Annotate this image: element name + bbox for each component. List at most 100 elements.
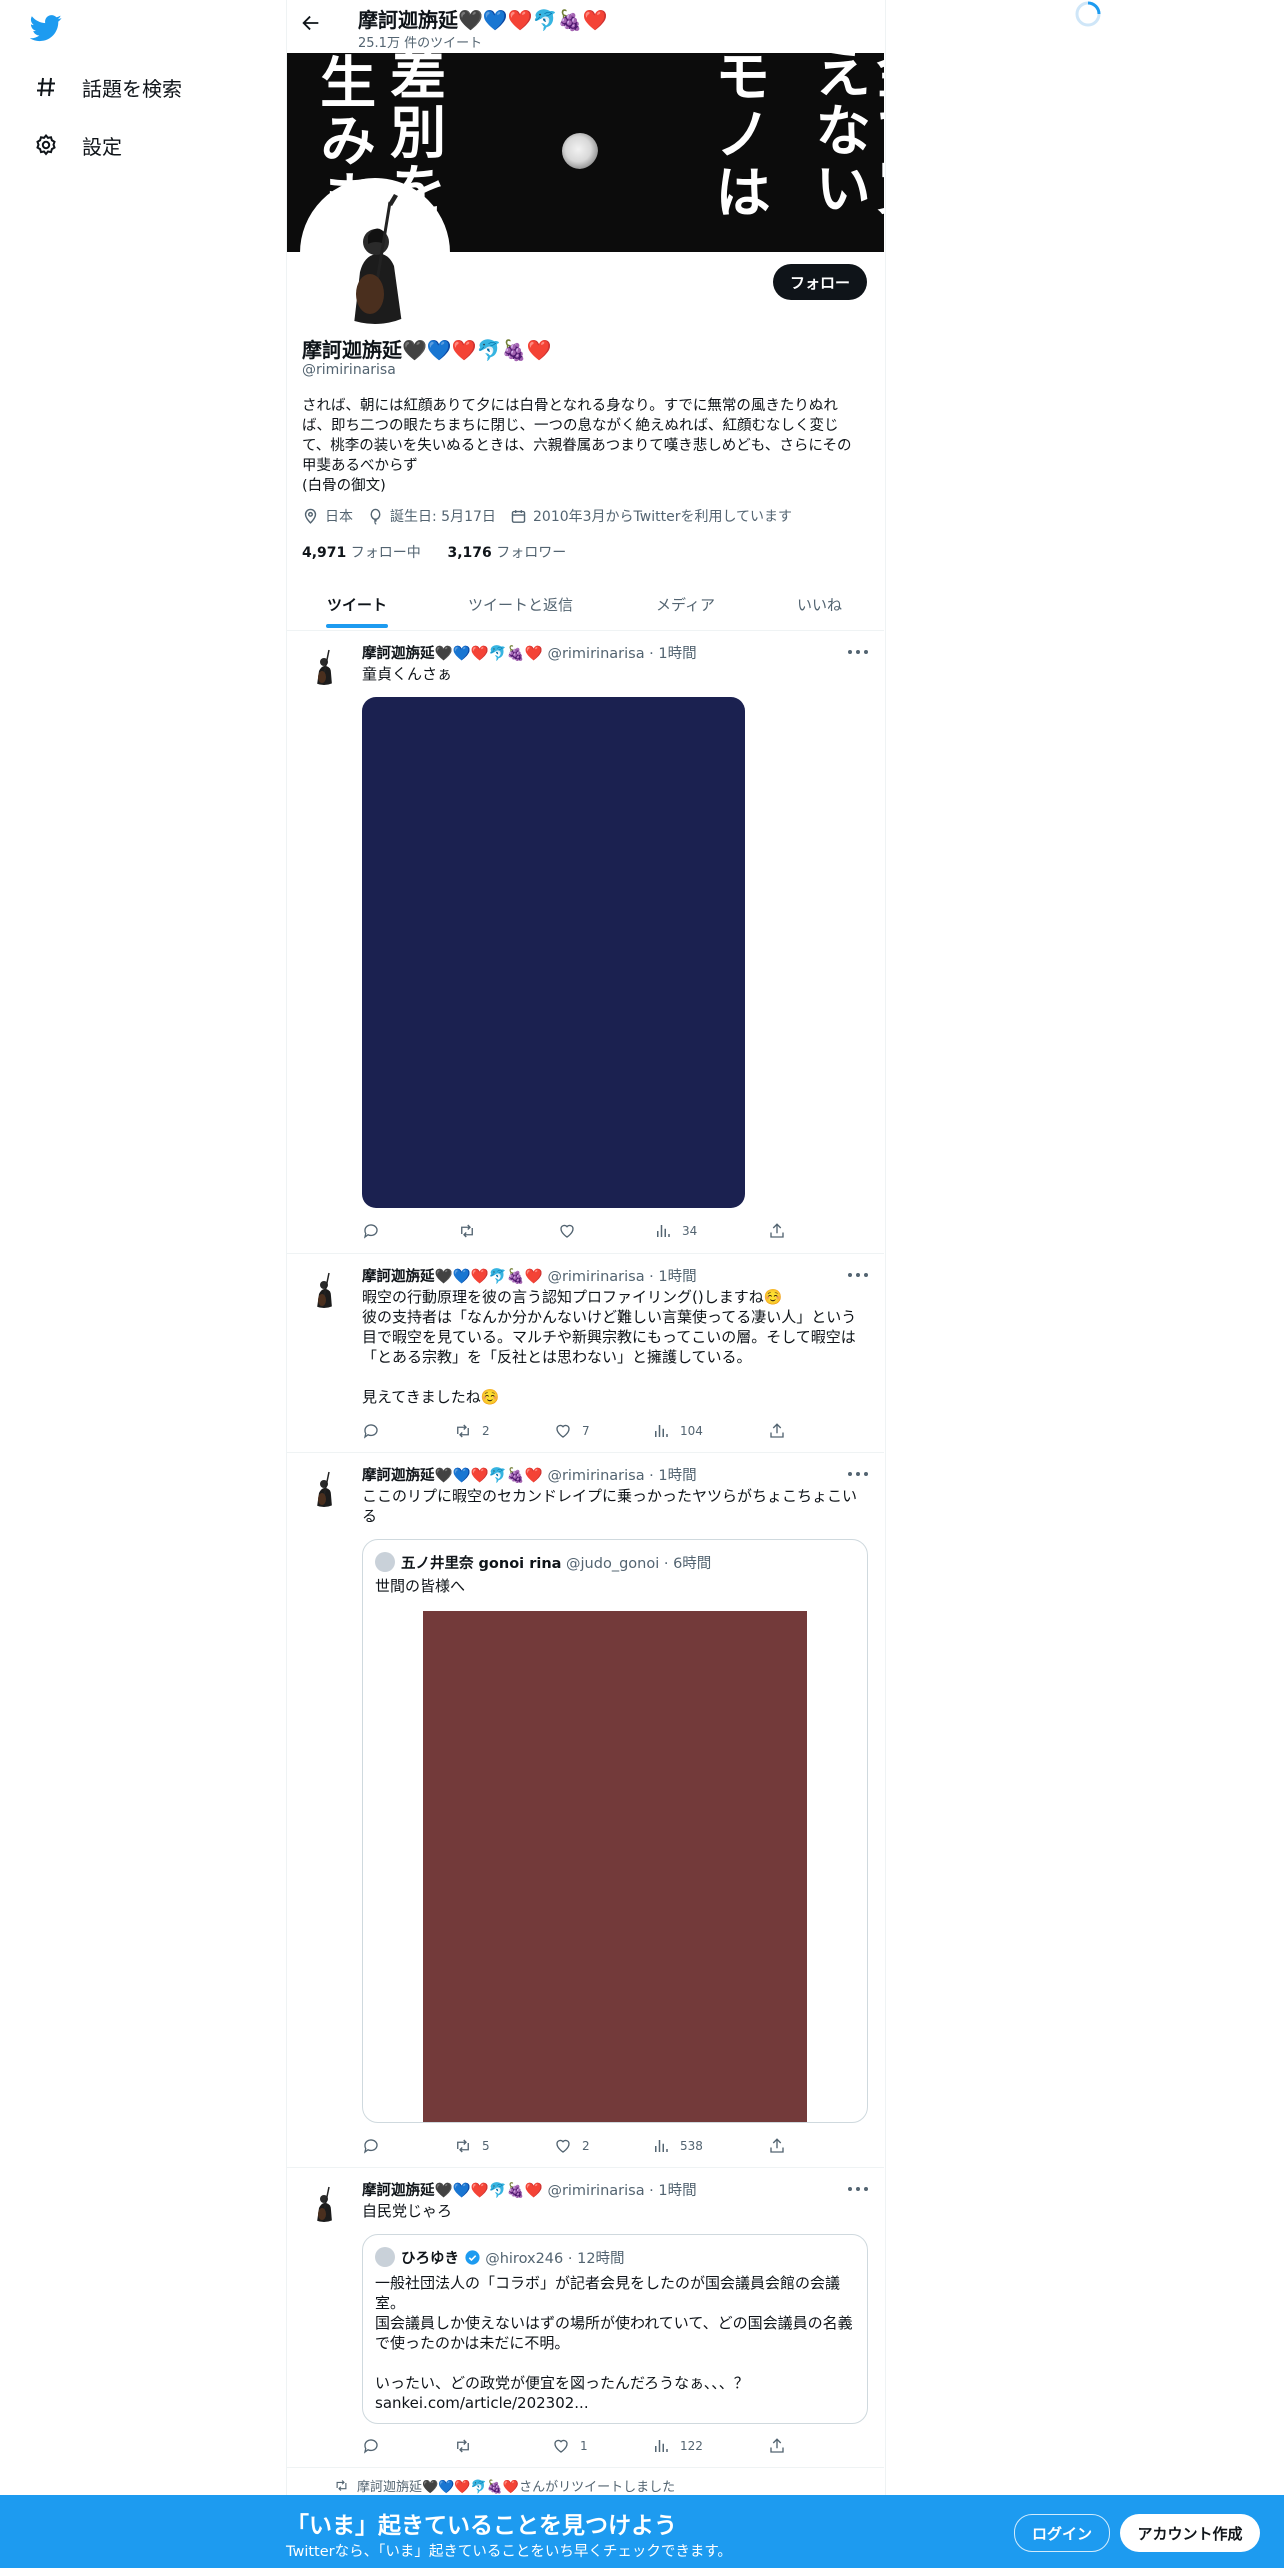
nav-explore[interactable]: 話題を検索: [32, 67, 182, 107]
quoted-header: 五ノ井里奈 gonoi rina @judo_gonoi · 6時間: [401, 1552, 711, 1573]
quoted-media[interactable]: [423, 1611, 807, 2122]
follow-button[interactable]: フォロー: [773, 264, 867, 300]
banner-text-2: モノは: [705, 53, 772, 221]
twitter-logo-icon[interactable]: [30, 12, 66, 48]
share-button[interactable]: [768, 1221, 786, 1241]
followers-count: 3,176: [447, 545, 492, 561]
tweet-text: 童貞くんさぁ: [362, 665, 453, 683]
header-profile-name: 摩訶迦旃延🖤💙❤️🐬🍇❤️: [358, 8, 608, 32]
retweet-button[interactable]: [458, 1221, 486, 1241]
back-arrow-icon[interactable]: [300, 12, 326, 38]
tweet-header: 摩訶迦旃延🖤💙❤️🐬🍇❤️ @rimirinarisa · 1時間: [362, 642, 697, 663]
tweet-avatar[interactable]: [304, 1467, 344, 1507]
tweet-actions: 2 7 104: [362, 1421, 784, 1441]
tweet-actions: 34: [362, 1221, 784, 1241]
retweet-icon: [458, 1222, 476, 1240]
retweet-button[interactable]: 5: [454, 2136, 490, 2156]
share-button[interactable]: [768, 2436, 786, 2456]
like-button[interactable]: 7: [554, 1421, 590, 1441]
tab-media[interactable]: メディア: [656, 578, 715, 630]
retweeted-notice-text[interactable]: 摩訶迦旃延🖤💙❤️🐬🍇❤️さんがリツイートしました: [357, 2476, 675, 2495]
views-chart-icon: [652, 1422, 670, 1440]
tweet-divider: [287, 2467, 884, 2468]
tweet-meta[interactable]: @rimirinarisa · 1時間: [547, 1468, 696, 1484]
tweet-divider: [287, 1253, 884, 1254]
more-options-icon[interactable]: [846, 2185, 870, 2193]
heart-icon: [558, 1222, 576, 1240]
retweet-button[interactable]: [454, 2436, 482, 2456]
tweet-author-name[interactable]: 摩訶迦旃延🖤💙❤️🐬🍇❤️: [362, 646, 543, 662]
retweet-icon: [454, 2137, 472, 2155]
share-icon: [768, 1422, 786, 1440]
profile-handle: @rimirinarisa: [302, 362, 396, 378]
active-tab-indicator: [326, 624, 388, 628]
tweet-author-name[interactable]: 摩訶迦旃延🖤💙❤️🐬🍇❤️: [362, 1269, 543, 1285]
quoted-author-name: ひろゆき: [401, 2251, 459, 2267]
views-button[interactable]: 34: [654, 1221, 697, 1241]
tab-likes[interactable]: いいね: [797, 578, 842, 630]
tweet-header: 摩訶迦旃延🖤💙❤️🐬🍇❤️ @rimirinarisa · 1時間: [362, 1464, 697, 1485]
profile-location: 日本: [302, 506, 353, 526]
reply-button[interactable]: [362, 2436, 390, 2456]
views-chart-icon: [652, 2437, 670, 2455]
like-button[interactable]: 1: [552, 2436, 588, 2456]
tweet-text: ここのリプに暇空のセカンドレイプに乗っかったヤツらがちょこちょこいる: [362, 1487, 858, 1525]
tweet-actions: 1 122: [362, 2436, 784, 2456]
tweet-text: 自民党じゃろ: [362, 2202, 453, 2220]
tweet-author-name[interactable]: 摩訶迦旃延🖤💙❤️🐬🍇❤️: [362, 1468, 543, 1484]
quoted-meta: @hirox246 · 12時間: [485, 2251, 625, 2267]
share-button[interactable]: [768, 2136, 786, 2156]
views-count: 104: [680, 1424, 703, 1438]
quoted-tweet[interactable]: ひろゆき @hirox246 · 12時間 一般社団法人の「コラボ」が記者会見を…: [362, 2234, 868, 2424]
share-icon: [768, 2437, 786, 2455]
quoted-avatar: [375, 1552, 395, 1572]
tweet-author-name[interactable]: 摩訶迦旃延🖤💙❤️🐬🍇❤️: [362, 2183, 543, 2199]
signup-button[interactable]: アカウント作成: [1120, 2514, 1260, 2552]
tweet-avatar[interactable]: [304, 645, 344, 685]
views-count: 538: [680, 2139, 703, 2153]
profile-bio: されば、朝には紅顔ありて夕には白骨となれる身なり。すでに無常の風きたりぬれば、即…: [302, 398, 852, 494]
nav-settings[interactable]: 設定: [32, 125, 122, 165]
profile-name: 摩訶迦旃延🖤💙❤️🐬🍇❤️: [302, 338, 552, 362]
profile-avatar[interactable]: [300, 178, 450, 328]
more-options-icon[interactable]: [846, 1271, 870, 1279]
like-button[interactable]: [558, 1221, 586, 1241]
more-options-icon[interactable]: [846, 648, 870, 656]
tweet-meta[interactable]: @rimirinarisa · 1時間: [547, 1269, 696, 1285]
tab-tweets[interactable]: ツイート: [327, 578, 387, 630]
share-icon: [768, 2137, 786, 2155]
tweet-media[interactable]: [362, 697, 745, 1208]
views-button[interactable]: 104: [652, 1421, 703, 1441]
following-label: フォロー中: [350, 545, 421, 561]
quoted-text: 世間の皆様へ: [375, 1577, 466, 1595]
followers-label: フォロワー: [496, 545, 567, 561]
tweet-header: 摩訶迦旃延🖤💙❤️🐬🍇❤️ @rimirinarisa · 1時間: [362, 1265, 697, 1286]
login-button[interactable]: ログイン: [1014, 2514, 1110, 2552]
views-button[interactable]: 122: [652, 2436, 703, 2456]
reply-button[interactable]: [362, 2136, 390, 2156]
more-options-icon[interactable]: [846, 1470, 870, 1478]
heart-icon: [554, 2137, 572, 2155]
tweet-meta[interactable]: @rimirinarisa · 1時間: [547, 2183, 696, 2199]
reply-button[interactable]: [362, 1421, 390, 1441]
views-button[interactable]: 538: [652, 2136, 703, 2156]
like-button[interactable]: 2: [554, 2136, 590, 2156]
retweet-icon: [334, 2478, 349, 2493]
profile-location-text: 日本: [325, 509, 353, 525]
share-button[interactable]: [768, 1421, 786, 1441]
followers-link[interactable]: 3,176 フォロワー: [447, 545, 566, 561]
profile-joined: 2010年3月からTwitterを利用しています: [510, 506, 792, 526]
retweet-button[interactable]: 2: [454, 1421, 490, 1441]
reply-button[interactable]: [362, 1221, 390, 1241]
reply-icon: [362, 2137, 380, 2155]
retweeted-notice: 摩訶迦旃延🖤💙❤️🐬🍇❤️さんがリツイートしました: [334, 2476, 675, 2495]
retweet-icon: [454, 1422, 472, 1440]
quoted-meta: @judo_gonoi · 6時間: [566, 1556, 712, 1572]
quoted-tweet[interactable]: 五ノ井里奈 gonoi rina @judo_gonoi · 6時間 世間の皆様…: [362, 1539, 868, 2123]
views-count: 122: [680, 2439, 703, 2453]
tab-tweets-and-replies[interactable]: ツイートと返信: [468, 578, 573, 630]
following-link[interactable]: 4,971 フォロー中: [302, 545, 421, 561]
tweet-meta[interactable]: @rimirinarisa · 1時間: [547, 646, 696, 662]
tweet-avatar[interactable]: [304, 2182, 344, 2222]
tweet-avatar[interactable]: [304, 1268, 344, 1308]
